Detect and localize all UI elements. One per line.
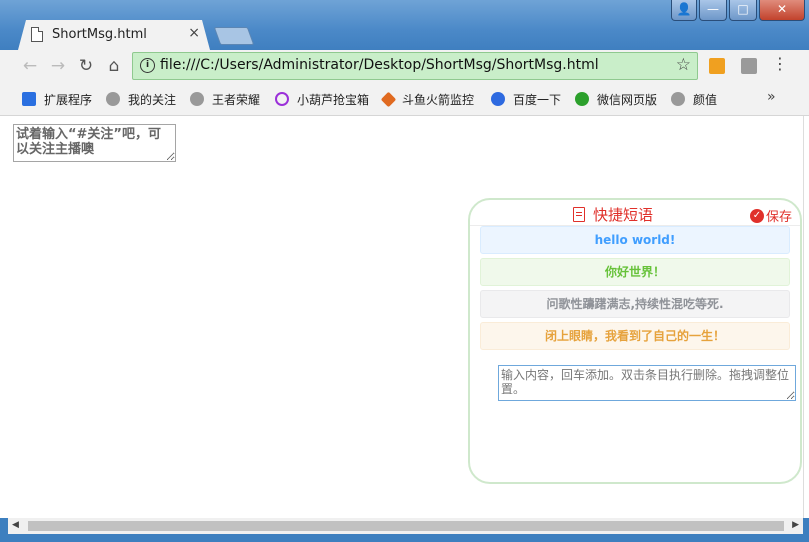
document-icon	[31, 27, 43, 42]
bookmark-label: 扩展程序	[44, 92, 93, 107]
tab-close-button[interactable]: ×	[188, 25, 200, 41]
bookmark-baidu[interactable]: 百度一下	[491, 91, 561, 107]
baidu-paw-icon	[491, 92, 505, 106]
window-frame-bottom	[0, 534, 809, 542]
bookmark-label: 微信网页版	[597, 92, 658, 107]
puzzle-icon	[22, 92, 36, 106]
check-circle-icon: ✓	[749, 208, 764, 223]
home-button[interactable]: ⌂	[104, 56, 124, 76]
bookmark-my-follows[interactable]: 我的关注	[106, 91, 176, 107]
bookmarks-bar: 扩展程序 我的关注 王者荣耀 小葫芦抢宝箱 斗鱼火箭监控 百度一下 微信网页版 …	[0, 83, 809, 116]
vertical-scrollbar[interactable]	[803, 116, 809, 518]
douyu-fish-icon	[106, 92, 120, 106]
bookmark-label: 王者荣耀	[212, 92, 261, 107]
bookmark-extensions[interactable]: 扩展程序	[22, 91, 92, 107]
phrase-item[interactable]: hello world!	[480, 226, 790, 254]
close-window-button[interactable]: ✕	[759, 0, 805, 21]
bookmark-wechat-web[interactable]: 微信网页版	[575, 91, 657, 107]
panel-title: 快捷短语	[573, 204, 653, 225]
bookmark-rocket-monitor[interactable]: 斗鱼火箭监控	[380, 91, 475, 107]
chat-input-textarea[interactable]	[13, 124, 176, 162]
tab-title: ShortMsg.html	[52, 27, 147, 42]
quick-phrase-panel: 快捷短语 ✓ 保存 hello world! 你好世界！ 问歌性躊躇满志,持续性…	[468, 198, 802, 484]
new-tab-button[interactable]	[213, 27, 255, 45]
phrase-item[interactable]: 问歌性躊躇满志,持续性混吃等死.	[480, 290, 790, 318]
extension-icon[interactable]	[741, 58, 757, 74]
phrase-item[interactable]: 你好世界！	[480, 258, 790, 286]
address-bar[interactable]: i file:///C:/Users/Administrator/Desktop…	[132, 52, 698, 80]
scroll-right-icon[interactable]: ▶	[792, 520, 799, 530]
scrollbar-thumb[interactable]	[28, 521, 784, 531]
browser-toolbar: ← → ↻ ⌂ i file:///C:/Users/Administrator…	[0, 50, 809, 83]
bookmark-label: 斗鱼火箭监控	[402, 92, 475, 107]
extension-icon[interactable]	[709, 58, 725, 74]
save-button[interactable]: ✓ 保存	[749, 206, 792, 225]
page-content: 快捷短语 ✓ 保存 hello world! 你好世界！ 问歌性躊躇满志,持续性…	[0, 116, 803, 518]
bookmark-gourd-chest[interactable]: 小葫芦抢宝箱	[275, 91, 369, 107]
panel-header: 快捷短语 ✓ 保存	[470, 204, 800, 225]
horizontal-scrollbar[interactable]: ◀ ▶	[8, 518, 803, 534]
back-button[interactable]: ←	[20, 56, 40, 76]
profile-button[interactable]: 👤	[671, 0, 697, 21]
panel-title-text: 快捷短语	[593, 206, 654, 224]
maximize-button[interactable]: □	[729, 0, 757, 21]
bookmark-label: 小葫芦抢宝箱	[297, 92, 370, 107]
bookmark-label: 我的关注	[128, 92, 177, 107]
menu-icon[interactable]: ⋮	[772, 54, 788, 73]
file-text-icon	[573, 207, 585, 222]
phrase-list: hello world! 你好世界！ 问歌性躊躇满志,持续性混吃等死. 闭上眼睛…	[480, 226, 790, 354]
bookmark-star-icon[interactable]: ☆	[676, 55, 691, 75]
phrase-input-textarea[interactable]	[498, 365, 796, 401]
bookmark-honor-of-kings[interactable]: 王者荣耀	[190, 91, 260, 107]
bookmark-label: 百度一下	[513, 92, 562, 107]
douyu-fish-icon	[671, 92, 685, 106]
window-controls: 👤 — □ ✕	[671, 0, 805, 21]
phrase-item[interactable]: 闭上眼睛，我看到了自己的一生！	[480, 322, 790, 350]
bookmark-looks[interactable]: 颜值	[671, 91, 717, 107]
title-bar: ShortMsg.html × 👤 — □ ✕	[0, 0, 809, 50]
wechat-icon	[575, 92, 589, 106]
bookmark-label: 颜值	[693, 92, 718, 107]
browser-tab[interactable]: ShortMsg.html ×	[18, 20, 210, 50]
forward-button[interactable]: →	[48, 56, 68, 76]
minimize-button[interactable]: —	[699, 0, 727, 21]
rocket-icon	[380, 91, 397, 107]
url-text[interactable]: file:///C:/Users/Administrator/Desktop/S…	[160, 57, 599, 73]
info-icon[interactable]: i	[140, 58, 155, 73]
reload-button[interactable]: ↻	[76, 56, 96, 76]
more-bookmarks-button[interactable]: »	[767, 89, 776, 105]
douyu-fish-icon	[190, 92, 204, 106]
scroll-left-icon[interactable]: ◀	[12, 520, 19, 530]
save-label: 保存	[765, 210, 792, 225]
gourd-icon	[275, 92, 289, 106]
